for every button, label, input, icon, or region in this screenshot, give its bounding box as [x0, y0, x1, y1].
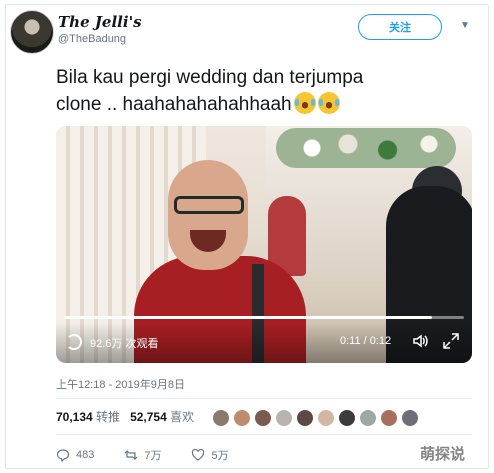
liker-avatar[interactable]: [296, 409, 314, 427]
divider: [56, 398, 472, 399]
likes-label: 喜欢: [170, 410, 195, 424]
video-man-head: [168, 160, 248, 270]
video-glasses: [174, 196, 244, 214]
like-action[interactable]: 5万: [191, 447, 229, 463]
retweet-action[interactable]: 7万: [124, 447, 161, 463]
tweet-text: Bila kau pergi wedding dan terjumpa clon…: [56, 64, 466, 118]
reply-action[interactable]: 483: [56, 448, 94, 462]
fullscreen-icon[interactable]: [442, 332, 460, 350]
follow-button[interactable]: 关注: [358, 14, 442, 40]
likes-stat[interactable]: 52,754 喜欢: [130, 408, 194, 425]
liker-avatar[interactable]: [254, 409, 272, 427]
avatar[interactable]: [10, 10, 54, 54]
video-flowers: [276, 128, 456, 168]
video-player[interactable]: 92.6万 次观看 0:11 / 0:12: [56, 126, 472, 363]
tweet-timestamp[interactable]: 上午12:18 - 2019年9月8日: [56, 376, 185, 392]
retweets-label: 转推: [96, 410, 121, 424]
liker-avatar[interactable]: [338, 409, 356, 427]
liker-avatar[interactable]: [233, 409, 251, 427]
liker-avatar[interactable]: [317, 409, 335, 427]
retweet-icon: [124, 450, 138, 460]
tears-of-joy-icon: [293, 92, 316, 114]
divider: [56, 434, 472, 435]
liker-avatar[interactable]: [275, 409, 293, 427]
watermark-text: 萌探说: [420, 446, 466, 463]
tweet-text-line-1: Bila kau pergi wedding dan terjumpa: [56, 67, 364, 88]
retweets-stat[interactable]: 70,134 转推: [56, 408, 120, 425]
display-name[interactable]: The Jelli's: [58, 13, 142, 31]
view-count: 92.6万 次观看: [90, 338, 159, 350]
reply-icon: [56, 449, 70, 462]
engagement-stats: 70,134 转推 52,754 喜欢: [56, 408, 194, 425]
tweet-actions: 483 7万 5万: [56, 447, 259, 463]
video-progress-bar[interactable]: [64, 316, 464, 319]
liker-avatar[interactable]: [359, 409, 377, 427]
likes-count: 52,754: [130, 410, 167, 424]
volume-icon[interactable]: [412, 332, 430, 350]
user-handle[interactable]: @TheBadung: [58, 33, 126, 45]
video-controls: 92.6万 次观看 0:11 / 0:12: [56, 322, 472, 363]
liker-avatar[interactable]: [212, 409, 230, 427]
heart-icon: [192, 448, 205, 461]
liker-avatars: [212, 409, 419, 427]
like-count: 5万: [211, 450, 229, 462]
tweet-text-line-2: clone .. haahahahahahhaah: [56, 94, 292, 115]
liker-avatar[interactable]: [380, 409, 398, 427]
video-time: 0:11 / 0:12: [340, 335, 392, 347]
chevron-down-icon[interactable]: ▼: [460, 20, 470, 31]
retweet-count: 7万: [144, 450, 162, 462]
reply-count: 483: [76, 449, 95, 461]
tears-of-joy-icon: [317, 92, 340, 114]
replay-icon[interactable]: [66, 334, 82, 350]
liker-avatar[interactable]: [401, 409, 419, 427]
retweets-count: 70,134: [56, 410, 93, 424]
video-progress-fill: [64, 316, 432, 319]
